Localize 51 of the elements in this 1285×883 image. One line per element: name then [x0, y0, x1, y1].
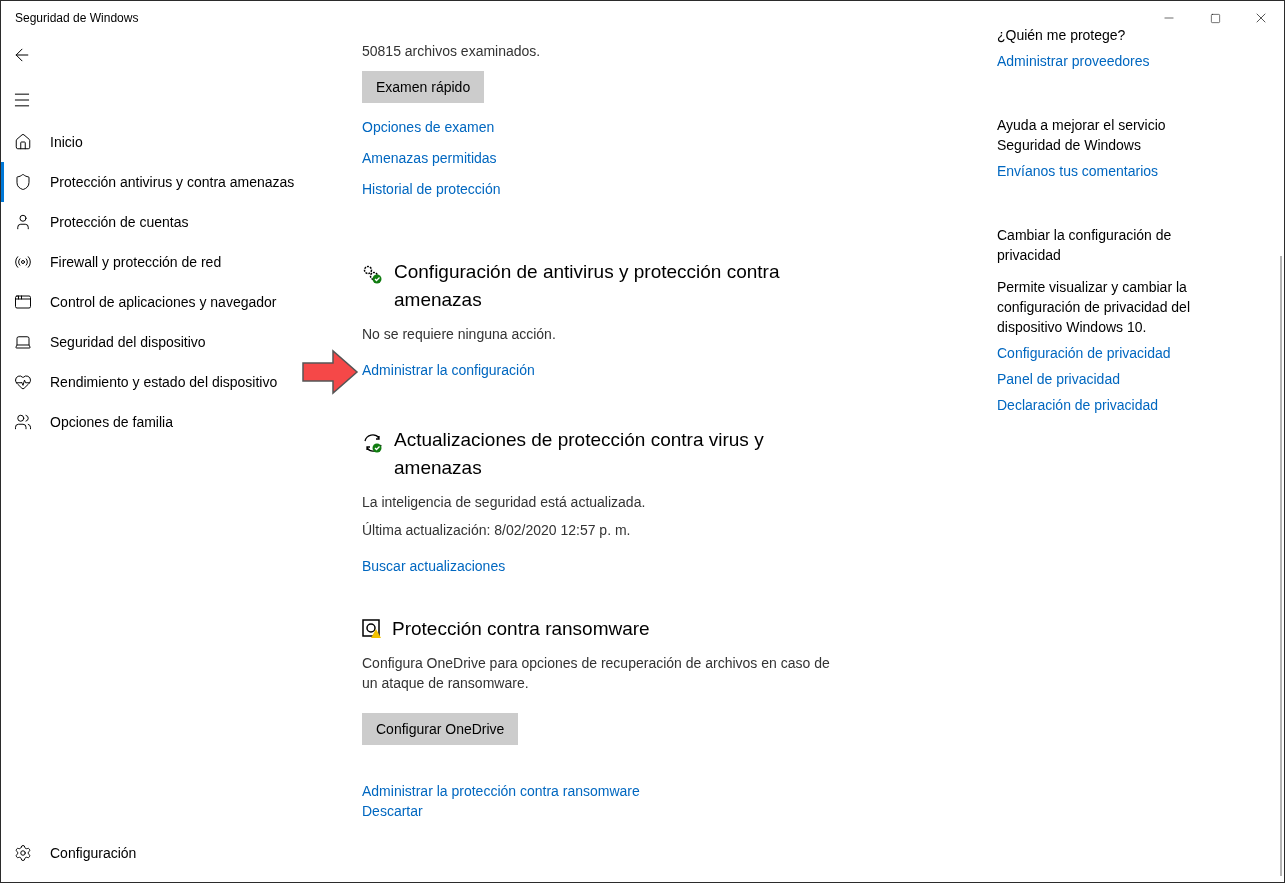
quick-scan-button[interactable]: Examen rápido	[362, 71, 485, 103]
gear-check-icon	[362, 264, 384, 286]
section-heading: Configuración de antivirus y protección contra amenazas	[394, 260, 781, 312]
link[interactable]: Configuración de privacidad	[997, 343, 1202, 363]
ransomware-icon	[362, 619, 382, 639]
section-text: Configura OneDrive para opciones de recuperación de archivos en caso de un ataque de ransomware.	[362, 654, 831, 693]
nav-icon	[14, 373, 32, 391]
link[interactable]: Amenazas permitidas	[362, 148, 497, 168]
aside-text: Permite visualizar y cambiar la configuración de privacidad del dispositivo Windows 10.	[997, 278, 1191, 337]
sidebar-item[interactable]: Opciones de familia	[1, 402, 296, 442]
arrow-drawing	[301, 349, 359, 395]
sidebar-item[interactable]: Firewall y protección de red	[1, 242, 296, 282]
link[interactable]: Administrar la configuración	[362, 360, 535, 380]
settings-icon	[14, 844, 32, 862]
window-title: Seguridad de Windows	[15, 11, 139, 25]
link[interactable]: Buscar actualizaciones	[362, 556, 506, 576]
settings-nav-item[interactable]: Configuración	[1, 824, 331, 882]
sidebar-item[interactable]: Control de aplicaciones y navegador	[1, 282, 296, 322]
section-text: No se requiere ninguna acción.	[362, 325, 557, 344]
link[interactable]: Descartar	[362, 801, 423, 821]
configure-button[interactable]: Configurar OneDrive	[362, 713, 519, 745]
nav-icon	[14, 413, 32, 431]
link[interactable]: Administrar la protección contra ransomware	[362, 781, 640, 801]
link[interactable]: Administrar proveedores	[997, 51, 1202, 71]
nav-icon	[14, 173, 32, 191]
nav-icon	[14, 293, 32, 311]
section-heading: Protección contra ransomware	[392, 617, 651, 641]
link[interactable]: Panel de privacidad	[997, 369, 1202, 389]
sidebar-item[interactable]: Protección antivirus y contra amenazas	[1, 162, 296, 202]
sidebar-item[interactable]: Seguridad del dispositivo	[1, 322, 296, 362]
sync-check-icon	[362, 432, 384, 454]
nav-icon	[14, 213, 32, 231]
nav-icon	[14, 333, 32, 351]
aside-heading: ¿Quién me protege?	[997, 26, 1127, 45]
nav-icon	[14, 133, 32, 151]
link[interactable]: Declaración de privacidad	[997, 395, 1202, 415]
aside-heading: Ayuda a mejorar el servicio Seguridad de Windows	[997, 116, 1167, 155]
maximize-icon	[1209, 12, 1221, 24]
scan-summary: 50815 archivos examinados.	[362, 42, 541, 61]
sidebar-item[interactable]: Inicio	[1, 122, 296, 162]
sidebar-item[interactable]: Rendimiento y estado del dispositivo	[1, 362, 296, 402]
link[interactable]: Historial de protección	[362, 179, 501, 199]
section-text: La inteligencia de seguridad está actualizada.	[362, 493, 647, 512]
nav-icon	[14, 253, 32, 271]
link[interactable]: Envíanos tus comentarios	[997, 161, 1202, 181]
section-heading: Actualizaciones de protección contra virus y amenazas	[394, 428, 765, 480]
sidebar-item[interactable]: Protección de cuentas	[1, 202, 296, 242]
link[interactable]: Opciones de examen	[362, 117, 495, 137]
aside-heading: Cambiar la configuración de privacidad	[997, 226, 1173, 265]
section-text: Última actualización: 8/02/2020 12:57 p. m.	[362, 521, 632, 540]
scrollbar[interactable]	[1280, 256, 1282, 876]
